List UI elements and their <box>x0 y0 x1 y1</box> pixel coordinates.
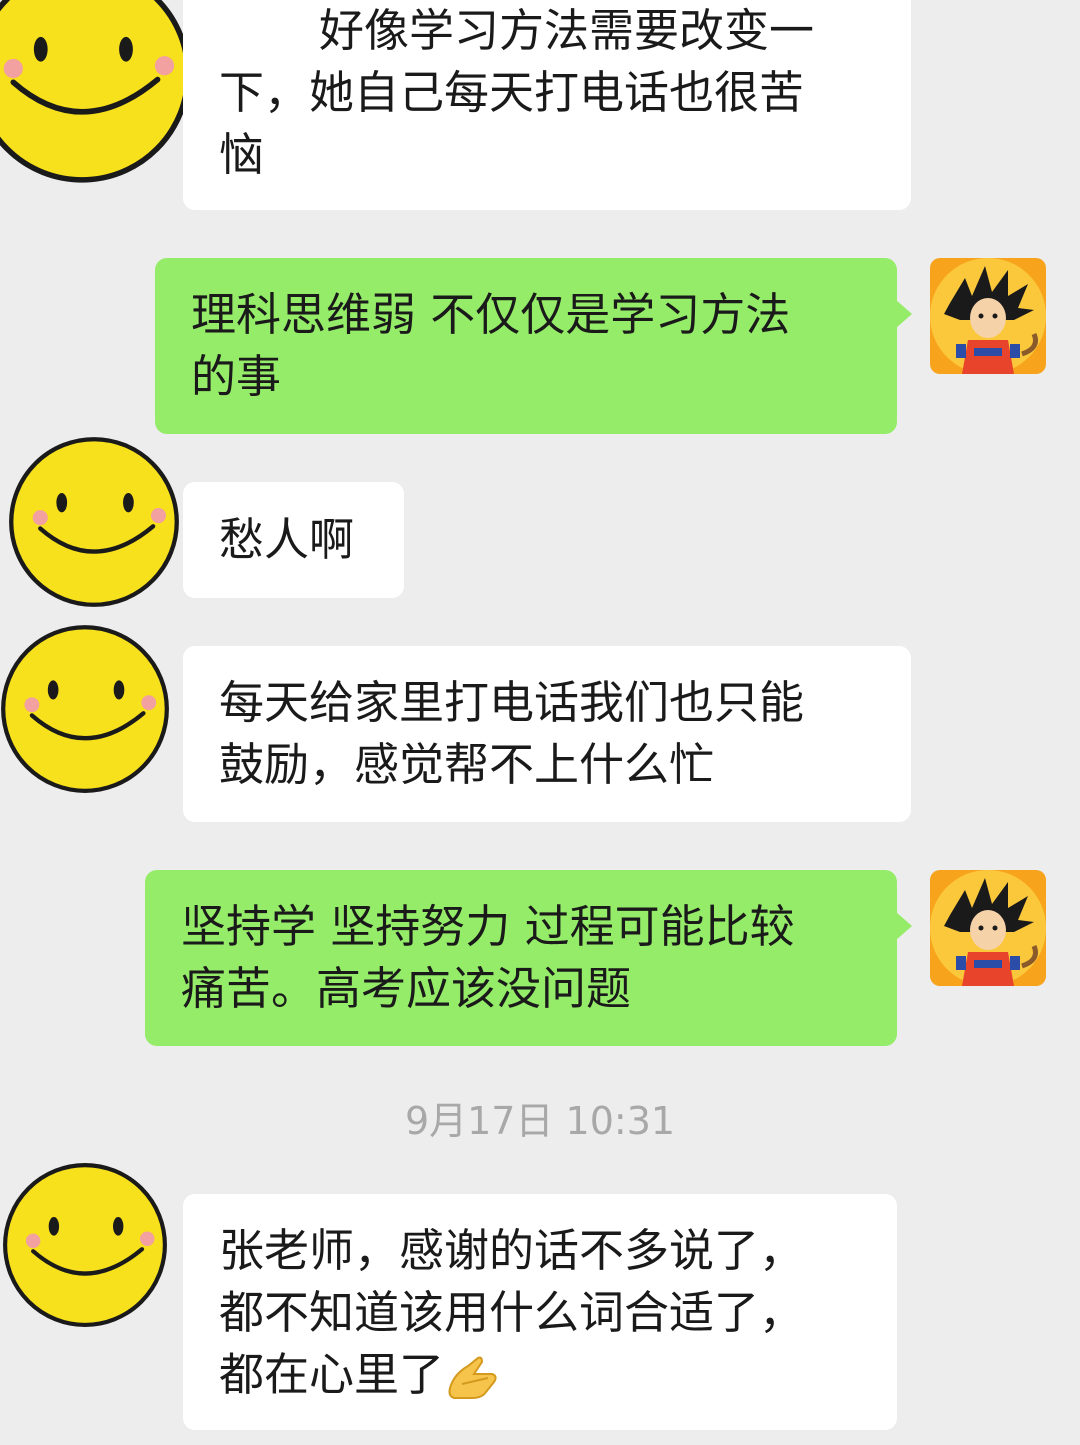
smiley-face-icon[interactable] <box>2 1162 168 1328</box>
outgoing-message-bubble[interactable]: 理科思维弱 不仅仅是学习方法 的事 <box>155 258 897 434</box>
message-line: 的事 <box>191 350 282 403</box>
message-line: 张老师，感谢的话不多说了， <box>219 1224 805 1277</box>
outgoing-message-bubble[interactable]: 坚持学 坚持努力 过程可能比较 痛苦。高考应该没问题 <box>145 870 897 1046</box>
message-line: 恼 <box>219 128 265 181</box>
message-line: 鼓励，感觉帮不上什么忙 <box>219 738 715 791</box>
smiley-face-icon[interactable] <box>0 624 170 794</box>
message-line: 愁人啊 <box>219 513 355 566</box>
message-line-text: 都在心里了 <box>219 1348 445 1401</box>
message-line: 下，她自己每天打电话也很苦 <box>219 66 805 119</box>
incoming-message-bubble[interactable]: 愁人啊 <box>183 482 404 598</box>
message-line: 都在心里了 <box>219 1344 877 1406</box>
message-line: 都不知道该用什么词合适了， <box>219 1286 805 1339</box>
smiley-face-icon[interactable] <box>8 436 180 608</box>
message-line: 理科思维弱 不仅仅是学习方法 <box>191 288 791 341</box>
folded-hands-emoji <box>448 1356 497 1399</box>
message-line: 痛苦。高考应该没问题 <box>181 962 632 1015</box>
smiley-face-icon[interactable] <box>0 0 192 184</box>
message-line: 每天给家里打电话我们也只能 <box>219 676 805 729</box>
cartoon-boy-avatar-icon[interactable] <box>930 870 1046 986</box>
message-line: 好像学习方法需要改变一 <box>319 4 815 57</box>
incoming-message-bubble[interactable]: 每天给家里打电话我们也只能 鼓励，感觉帮不上什么忙 <box>183 646 911 822</box>
cartoon-boy-avatar-icon[interactable] <box>930 258 1046 374</box>
bubble-tail <box>896 912 912 940</box>
incoming-message-bubble[interactable]: 张老师，感谢的话不多说了， 都不知道该用什么词合适了， 都在心里了 <box>183 1194 897 1430</box>
message-line: 坚持学 坚持努力 过程可能比较 <box>181 900 795 953</box>
bubble-tail <box>896 300 912 328</box>
message-timestamp: 9月17日 10:31 <box>404 1099 676 1143</box>
incoming-message-bubble[interactable]: 好像学习方法需要改变一 下，她自己每天打电话也很苦 恼 <box>183 0 911 210</box>
